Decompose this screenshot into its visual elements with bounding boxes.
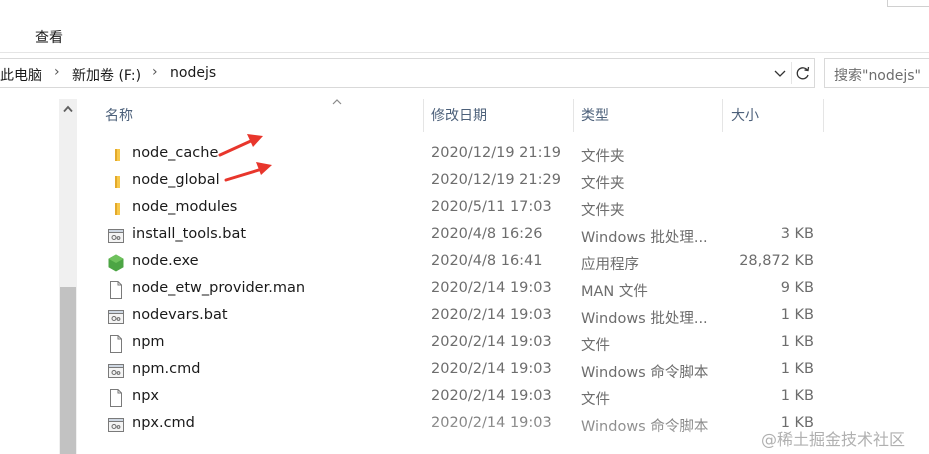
chevron-down-icon[interactable] — [771, 64, 789, 82]
ribbon: 查看 — [0, 0, 929, 53]
search-input[interactable]: 搜索"nodejs" — [824, 58, 929, 88]
list-item[interactable]: npx.cmd 2020/2/14 19:03 Windows 命令脚本 1 K… — [100, 411, 820, 438]
file-type: 文件夹 — [581, 176, 625, 192]
file-name: npm — [132, 334, 165, 350]
file-name: node_modules — [132, 199, 238, 215]
batch-file-icon — [108, 310, 124, 324]
file-modified: 2020/2/14 19:03 — [431, 361, 552, 377]
breadcrumb-folder[interactable]: nodejs — [170, 65, 216, 81]
annotation-arrow-icon — [218, 134, 263, 157]
list-item[interactable]: node.exe 2020/4/8 16:41 应用程序 28,872 KB — [100, 249, 820, 276]
column-header-size[interactable]: 大小 — [731, 99, 759, 132]
column-header-name[interactable]: 名称 — [105, 99, 133, 132]
folder-icon — [115, 176, 120, 188]
column-divider[interactable] — [573, 99, 574, 132]
file-name: node_cache — [132, 145, 219, 161]
file-modified: 2020/2/14 19:03 — [431, 415, 552, 431]
file-type: MAN 文件 — [581, 284, 648, 300]
file-type: 应用程序 — [581, 257, 639, 273]
list-item[interactable]: node_etw_provider.man 2020/2/14 19:03 MA… — [100, 276, 820, 303]
file-name: nodevars.bat — [132, 307, 228, 323]
file-type: 文件夹 — [581, 149, 625, 165]
file-name: npm.cmd — [132, 361, 201, 377]
batch-file-icon — [108, 364, 124, 378]
ribbon-tab-view[interactable]: 查看 — [35, 27, 63, 47]
breadcrumb-separator-icon[interactable]: › — [152, 64, 158, 80]
file-modified: 2020/2/14 19:03 — [431, 280, 552, 296]
file-name: npx — [132, 388, 159, 404]
window-control-edge — [887, 0, 929, 7]
breadcrumb-drive[interactable]: 新加卷 (F:) — [72, 65, 141, 85]
node-exe-icon — [108, 254, 124, 272]
column-header-type[interactable]: 类型 — [581, 99, 609, 132]
file-size: 1 KB — [780, 388, 814, 404]
batch-file-icon — [108, 418, 124, 432]
file-type: 文件 — [581, 392, 610, 408]
list-item[interactable]: npm.cmd 2020/2/14 19:03 Windows 命令脚本 1 K… — [100, 357, 820, 384]
list-item[interactable]: npx 2020/2/14 19:03 文件 1 KB — [100, 384, 820, 411]
file-size: 1 KB — [780, 307, 814, 323]
file-size: 1 KB — [780, 361, 814, 377]
column-divider[interactable] — [722, 99, 723, 132]
file-size: 3 KB — [780, 226, 814, 242]
column-divider[interactable] — [823, 99, 824, 132]
file-size: 28,872 KB — [739, 253, 814, 269]
search-placeholder: 搜索"nodejs" — [834, 68, 922, 84]
file-type: Windows 批处理... — [581, 230, 708, 246]
column-header-modified[interactable]: 修改日期 — [431, 99, 487, 132]
file-modified: 2020/2/14 19:03 — [431, 334, 552, 350]
file-type: Windows 命令脚本 — [581, 419, 709, 435]
file-type: Windows 批处理... — [581, 311, 708, 327]
breadcrumb-this-pc[interactable]: 此电脑 — [0, 65, 42, 85]
column-divider[interactable] — [423, 99, 424, 132]
file-modified: 2020/4/8 16:26 — [431, 226, 543, 242]
file-name: node_etw_provider.man — [132, 280, 306, 296]
list-item[interactable]: node_modules 2020/5/11 17:03 文件夹 — [100, 195, 820, 222]
folder-icon — [115, 203, 120, 215]
file-modified: 2020/4/8 16:41 — [431, 253, 543, 269]
file-modified: 2020/2/14 19:03 — [431, 307, 552, 323]
vertical-scrollbar[interactable] — [59, 99, 77, 454]
file-name: install_tools.bat — [132, 226, 247, 242]
sort-ascending-icon — [332, 99, 342, 105]
refresh-icon[interactable] — [791, 62, 814, 84]
file-size: 1 KB — [780, 334, 814, 350]
list-item[interactable]: install_tools.bat 2020/4/8 16:26 Windows… — [100, 222, 820, 249]
breadcrumb-separator-icon[interactable]: › — [54, 64, 60, 80]
file-name: npx.cmd — [132, 415, 195, 431]
address-bar[interactable]: 此电脑 › 新加卷 (F:) › nodejs — [0, 58, 815, 88]
file-icon — [110, 281, 122, 299]
scroll-up-icon[interactable] — [63, 105, 73, 113]
list-item[interactable]: npm 2020/2/14 19:03 文件 1 KB — [100, 330, 820, 357]
list-item[interactable]: node_cache 2020/12/19 21:19 文件夹 — [100, 141, 820, 168]
file-modified: 2020/5/11 17:03 — [431, 199, 552, 215]
folder-icon — [115, 149, 120, 161]
file-modified: 2020/12/19 21:19 — [431, 145, 561, 161]
file-name: node.exe — [132, 253, 199, 269]
column-headers: 名称 修改日期 类型 大小 — [77, 99, 929, 132]
file-size: 9 KB — [780, 280, 814, 296]
scrollbar-thumb[interactable] — [60, 287, 76, 454]
file-icon — [110, 389, 122, 407]
list-item[interactable]: node_global 2020/12/19 21:29 文件夹 — [100, 168, 820, 195]
list-item[interactable]: nodevars.bat 2020/2/14 19:03 Windows 批处理… — [100, 303, 820, 330]
file-modified: 2020/2/14 19:03 — [431, 388, 552, 404]
watermark: @稀土掘金技术社区 — [761, 430, 906, 449]
file-name: node_global — [132, 172, 220, 188]
file-type: Windows 命令脚本 — [581, 365, 709, 381]
file-type: 文件夹 — [581, 203, 625, 219]
annotation-arrow-icon — [224, 162, 272, 182]
file-type: 文件 — [581, 338, 610, 354]
file-icon — [110, 335, 122, 353]
file-modified: 2020/12/19 21:29 — [431, 172, 561, 188]
batch-file-icon — [108, 229, 124, 243]
